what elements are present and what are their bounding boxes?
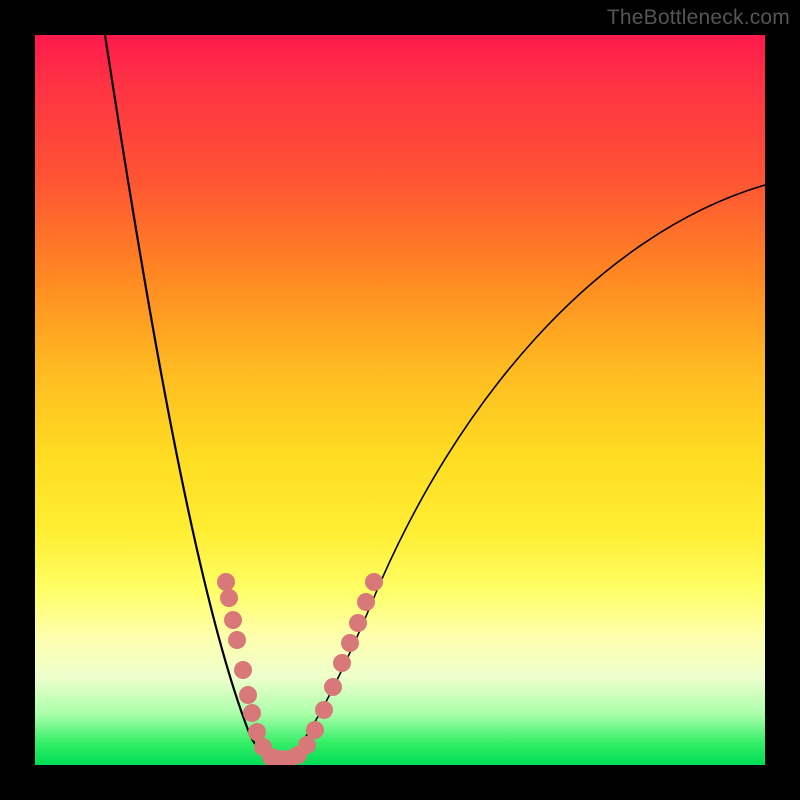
data-dot xyxy=(349,614,367,632)
watermark-text: TheBottleneck.com xyxy=(607,6,790,30)
data-dot xyxy=(315,701,333,719)
data-dot xyxy=(228,631,246,649)
curve-right xyxy=(280,185,765,762)
data-dot xyxy=(234,661,252,679)
data-dot xyxy=(220,589,238,607)
plot-area xyxy=(35,35,765,765)
data-dot xyxy=(341,634,359,652)
data-dot xyxy=(357,593,375,611)
chart-svg xyxy=(35,35,765,765)
data-dot xyxy=(324,678,342,696)
data-dot xyxy=(306,721,324,739)
chart-container: TheBottleneck.com xyxy=(0,0,800,800)
data-dot xyxy=(224,611,242,629)
curve-left xyxy=(105,35,280,762)
data-dot xyxy=(365,573,383,591)
data-dots-group xyxy=(217,573,383,765)
data-dot xyxy=(243,704,261,722)
data-dot xyxy=(333,654,351,672)
data-dot xyxy=(217,573,235,591)
data-dot xyxy=(239,686,257,704)
